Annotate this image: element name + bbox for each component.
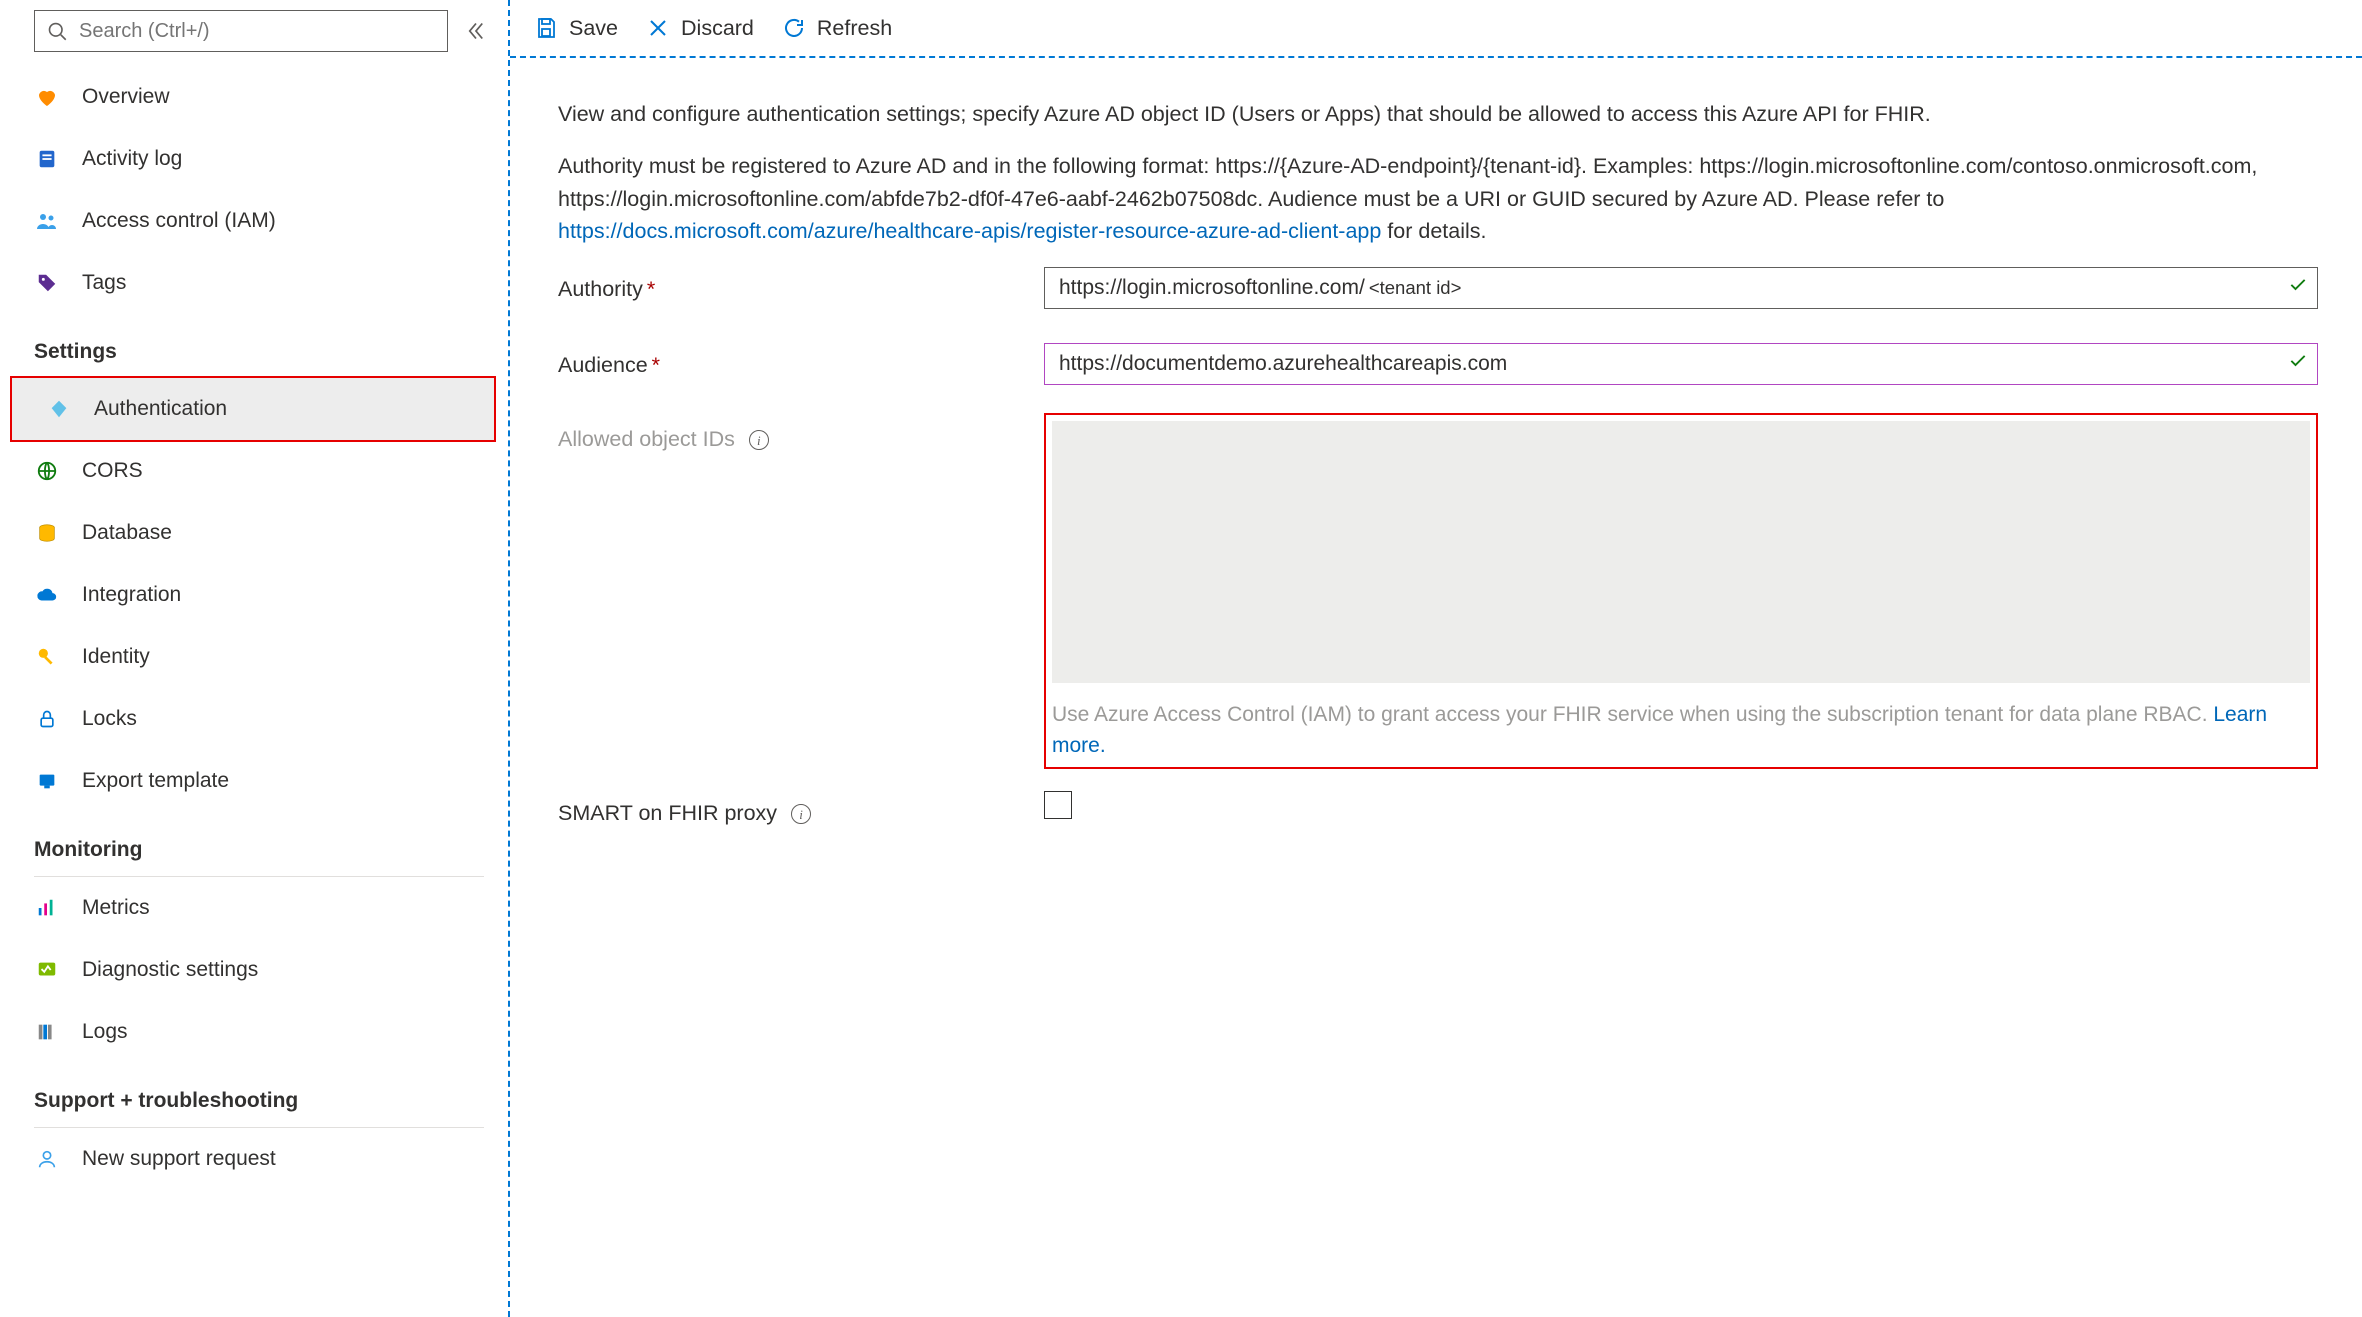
sidebar-item-tags[interactable]: Tags: [0, 252, 508, 314]
button-label: Discard: [681, 16, 754, 41]
export-icon: [34, 768, 60, 794]
refresh-icon: [782, 16, 806, 40]
sidebar-item-label: New support request: [82, 1147, 276, 1171]
audience-input[interactable]: [1044, 343, 2318, 385]
sidebar-item-label: Authentication: [94, 397, 227, 421]
sidebar-item-export-template[interactable]: Export template: [0, 750, 508, 812]
sidebar-item-diagnostic-settings[interactable]: Diagnostic settings: [0, 939, 508, 1001]
globe-icon: [34, 458, 60, 484]
discard-button[interactable]: Discard: [646, 16, 754, 41]
annotation-highlight-object-ids: Use Azure Access Control (IAM) to grant …: [1044, 413, 2318, 769]
allowed-object-ids-hint: Use Azure Access Control (IAM) to grant …: [1052, 700, 2310, 761]
required-indicator: *: [652, 353, 660, 377]
sidebar-item-metrics[interactable]: Metrics: [0, 877, 508, 939]
search-input[interactable]: [77, 19, 447, 44]
close-icon: [646, 16, 670, 40]
sidebar-item-label: Tags: [82, 271, 126, 295]
authority-value-text: https://login.microsoftonline.com/: [1059, 272, 1365, 304]
sidebar-item-label: Database: [82, 521, 172, 545]
sidebar-item-logs[interactable]: Logs: [0, 1001, 508, 1063]
required-indicator: *: [647, 277, 655, 301]
tag-icon: [34, 270, 60, 296]
support-icon: [34, 1146, 60, 1172]
label-text: Authority: [558, 277, 643, 301]
section-header-support: Support + troubleshooting: [0, 1063, 508, 1127]
sidebar-item-authentication[interactable]: Authentication: [12, 378, 494, 440]
intro-text: View and configure authentication settin…: [558, 98, 2318, 130]
diagnostics-icon: [34, 957, 60, 983]
people-icon: [34, 208, 60, 234]
sidebar-item-label: Overview: [82, 85, 170, 109]
details-text: Authority must be registered to Azure AD…: [558, 150, 2318, 247]
sidebar-item-identity[interactable]: Identity: [0, 626, 508, 688]
button-label: Refresh: [817, 16, 892, 41]
audience-label: Audience*: [558, 343, 1044, 381]
button-label: Save: [569, 16, 618, 41]
heart-icon: [34, 84, 60, 110]
sidebar: Overview Activity log Access control (IA…: [0, 0, 510, 1317]
sidebar-item-new-support-request[interactable]: New support request: [0, 1128, 508, 1190]
sidebar-item-activity-log[interactable]: Activity log: [0, 128, 508, 190]
log-icon: [34, 146, 60, 172]
sidebar-item-label: Locks: [82, 707, 137, 731]
hint-text: Use Azure Access Control (IAM) to grant …: [1052, 703, 2213, 726]
smart-on-fhir-checkbox[interactable]: [1044, 791, 1072, 819]
sidebar-item-locks[interactable]: Locks: [0, 688, 508, 750]
search-icon: [47, 21, 67, 41]
section-header-settings: Settings: [0, 314, 508, 378]
allowed-object-ids-label: Allowed object IDs i: [558, 417, 1044, 455]
sidebar-item-database[interactable]: Database: [0, 502, 508, 564]
sidebar-item-label: Access control (IAM): [82, 209, 276, 233]
checkmark-icon: [2288, 348, 2308, 380]
logs-icon: [34, 1019, 60, 1045]
details-post-text: for details.: [1381, 219, 1486, 243]
sidebar-item-label: Metrics: [82, 896, 150, 920]
sidebar-item-cors[interactable]: CORS: [0, 440, 508, 502]
main-panel: Save Discard Refresh View and configure …: [510, 0, 2362, 1317]
chevron-double-left-icon: [466, 21, 486, 41]
sidebar-item-label: Diagnostic settings: [82, 958, 258, 982]
sidebar-item-access-control[interactable]: Access control (IAM): [0, 190, 508, 252]
section-header-monitoring: Monitoring: [0, 812, 508, 876]
sidebar-item-label: CORS: [82, 459, 143, 483]
sidebar-item-label: Export template: [82, 769, 229, 793]
search-box[interactable]: [34, 10, 448, 52]
info-icon[interactable]: i: [749, 430, 769, 450]
lock-icon: [34, 706, 60, 732]
sidebar-item-label: Activity log: [82, 147, 182, 171]
database-icon: [34, 520, 60, 546]
sidebar-item-label: Integration: [82, 583, 181, 607]
authority-tenant-tag: <tenant id>: [1365, 274, 1466, 302]
checkmark-icon: [2288, 272, 2308, 304]
key-icon: [34, 644, 60, 670]
sidebar-item-overview[interactable]: Overview: [0, 66, 508, 128]
sidebar-item-integration[interactable]: Integration: [0, 564, 508, 626]
authority-label: Authority*: [558, 267, 1044, 305]
sidebar-item-label: Identity: [82, 645, 150, 669]
label-text: Allowed object IDs: [558, 427, 735, 451]
save-icon: [534, 16, 558, 40]
label-text: Audience: [558, 353, 648, 377]
allowed-object-ids-input[interactable]: [1052, 421, 2310, 683]
sidebar-item-label: Logs: [82, 1020, 128, 1044]
info-icon[interactable]: i: [791, 804, 811, 824]
details-pre-text: Authority must be registered to Azure AD…: [558, 154, 2257, 210]
cloud-icon: [34, 582, 60, 608]
authority-input[interactable]: https://login.microsoftonline.com/ <tena…: [1044, 267, 2318, 309]
toolbar: Save Discard Refresh: [510, 0, 2362, 58]
refresh-button[interactable]: Refresh: [782, 16, 892, 41]
docs-link[interactable]: https://docs.microsoft.com/azure/healthc…: [558, 219, 1381, 243]
label-text: SMART on FHIR proxy: [558, 801, 777, 825]
annotation-highlight-authentication: Authentication: [10, 376, 496, 442]
metrics-icon: [34, 895, 60, 921]
save-button[interactable]: Save: [534, 16, 618, 41]
diamond-icon: [46, 396, 72, 422]
sidebar-collapse-button[interactable]: [462, 17, 490, 45]
smart-on-fhir-label: SMART on FHIR proxy i: [558, 791, 1044, 829]
